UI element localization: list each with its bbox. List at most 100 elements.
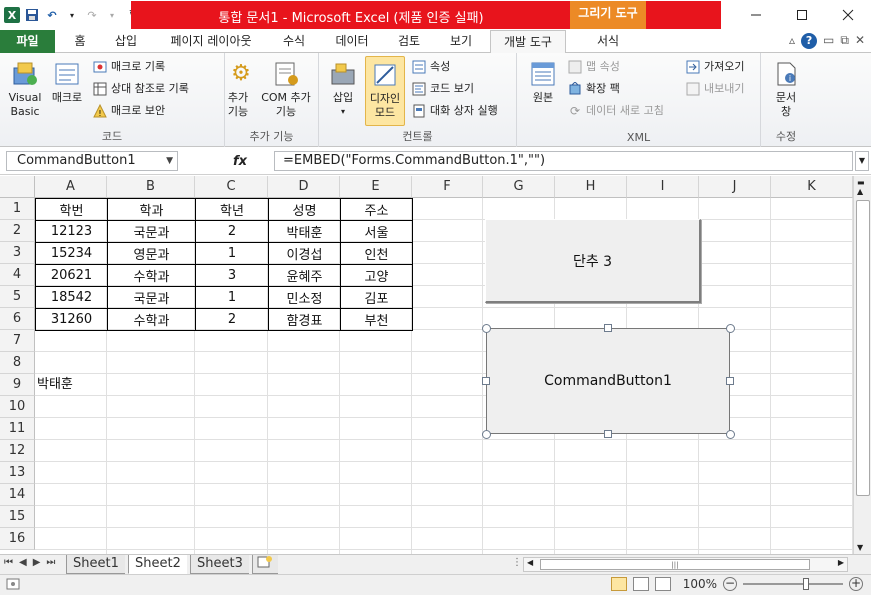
- zoom-in-icon[interactable]: +: [849, 577, 863, 591]
- redo-dropdown-icon[interactable]: ▾: [104, 7, 120, 23]
- column-header-e[interactable]: E: [340, 176, 412, 198]
- row-header-16[interactable]: 16: [0, 528, 35, 550]
- form-button-1[interactable]: 단추 3: [485, 219, 701, 303]
- scroll-left-icon[interactable]: ◀: [527, 558, 533, 567]
- scroll-down-icon[interactable]: ▼: [857, 543, 863, 552]
- next-sheet-icon[interactable]: ▶: [33, 557, 41, 568]
- table-cell[interactable]: 국문과: [107, 220, 196, 243]
- vertical-scrollbar[interactable]: ▬ ▲ ▼: [853, 176, 871, 554]
- run-dialog-button[interactable]: 대화 상자 실행: [411, 101, 498, 121]
- table-cell[interactable]: 영문과: [107, 242, 196, 265]
- xml-source-button[interactable]: 원본: [523, 59, 563, 105]
- record-macro-button[interactable]: 매크로 기록: [92, 57, 165, 77]
- prev-sheet-icon[interactable]: ◀: [19, 557, 27, 568]
- macro-button[interactable]: 매크로: [48, 59, 86, 105]
- resize-handle-bottom-right[interactable]: [726, 430, 735, 439]
- row-header-10[interactable]: 10: [0, 396, 35, 418]
- undo-icon[interactable]: ↶: [44, 7, 60, 23]
- document-panel-button[interactable]: i 문서 창: [767, 59, 805, 119]
- last-sheet-icon[interactable]: ⏭: [46, 557, 55, 568]
- split-box-icon[interactable]: ▬: [857, 178, 865, 187]
- workbook-close-icon[interactable]: ✕: [855, 33, 865, 49]
- table-header-cell[interactable]: 학년: [195, 198, 269, 221]
- scroll-up-icon[interactable]: ▲: [857, 187, 863, 196]
- relative-reference-button[interactable]: 상대 참조로 기록: [92, 79, 189, 99]
- column-header-a[interactable]: A: [35, 176, 107, 198]
- close-button[interactable]: [825, 0, 871, 30]
- expansion-packs-button[interactable]: 확장 팩: [567, 79, 620, 99]
- scroll-right-icon[interactable]: ▶: [838, 558, 844, 567]
- import-button[interactable]: 가져오기: [685, 57, 744, 77]
- tab-data[interactable]: 데이터: [325, 30, 379, 53]
- help-icon[interactable]: ?: [801, 33, 818, 49]
- design-mode-button[interactable]: 디자인 모드: [365, 56, 405, 126]
- vertical-scroll-thumb[interactable]: [856, 200, 870, 496]
- properties-button[interactable]: 속성: [411, 57, 450, 77]
- horizontal-scroll-thumb[interactable]: |||: [540, 559, 810, 570]
- tab-format[interactable]: 서식: [574, 30, 642, 53]
- table-cell[interactable]: 함경표: [268, 308, 341, 331]
- worksheet-grid[interactable]: ABCDEFGHIJK 1 2 3 4 5 6 7 8 9 10 11 12 13 14 15 16 학번 학과…: [0, 176, 853, 554]
- maximize-button[interactable]: [779, 0, 825, 30]
- column-header-k[interactable]: K: [771, 176, 853, 198]
- table-cell[interactable]: 부천: [340, 308, 413, 331]
- row-header-8[interactable]: 8: [0, 352, 35, 374]
- table-cell[interactable]: 국문과: [107, 286, 196, 309]
- tab-developer[interactable]: 개발 도구: [490, 30, 566, 54]
- column-header-d[interactable]: D: [268, 176, 340, 198]
- resize-handle-bottom[interactable]: [604, 430, 612, 438]
- zoom-slider-knob[interactable]: [803, 578, 809, 590]
- refresh-data-button[interactable]: ⟳ 데이터 새로 고침: [567, 101, 664, 121]
- row-header-15[interactable]: 15: [0, 506, 35, 528]
- addins-button[interactable]: ⚙ 추가 기능: [225, 59, 251, 119]
- sheet-tab-sheet2[interactable]: Sheet2: [128, 555, 187, 574]
- column-header-g[interactable]: G: [483, 176, 555, 198]
- row-header-9[interactable]: 9: [0, 374, 35, 396]
- table-header-cell[interactable]: 성명: [268, 198, 341, 221]
- table-cell[interactable]: 수학과: [107, 264, 196, 287]
- resize-handle-right[interactable]: [726, 377, 734, 385]
- table-cell[interactable]: 1: [195, 242, 269, 265]
- expand-formula-bar-icon[interactable]: ▼: [855, 151, 869, 171]
- command-button-1[interactable]: CommandButton1: [486, 328, 730, 434]
- table-cell[interactable]: 민소정: [268, 286, 341, 309]
- table-cell[interactable]: 수학과: [107, 308, 196, 331]
- sheet-tab-sheet3[interactable]: Sheet3: [190, 555, 249, 574]
- visual-basic-button[interactable]: Visual Basic: [4, 59, 46, 119]
- tab-split-handle[interactable]: ⋮: [512, 557, 522, 568]
- name-box[interactable]: CommandButton1 ▼: [6, 151, 178, 171]
- tab-file[interactable]: 파일: [0, 30, 55, 53]
- table-cell[interactable]: 2: [195, 308, 269, 331]
- row-header-3[interactable]: 3: [0, 242, 35, 264]
- column-header-j[interactable]: J: [699, 176, 771, 198]
- macro-security-button[interactable]: ! 매크로 보안: [92, 101, 165, 121]
- zoom-out-icon[interactable]: −: [723, 577, 737, 591]
- table-cell[interactable]: 박태훈: [268, 220, 341, 243]
- row-header-12[interactable]: 12: [0, 440, 35, 462]
- row-header-2[interactable]: 2: [0, 220, 35, 242]
- com-addins-button[interactable]: COM 추가 기능: [255, 59, 317, 119]
- table-cell[interactable]: 1: [195, 286, 269, 309]
- table-header-cell[interactable]: 주소: [340, 198, 413, 221]
- table-cell[interactable]: 15234: [35, 242, 108, 265]
- formula-input[interactable]: =EMBED("Forms.CommandButton.1",""): [274, 151, 853, 171]
- ribbon-minimize-icon[interactable]: ▵: [789, 33, 795, 49]
- undo-dropdown-icon[interactable]: ▾: [64, 7, 80, 23]
- cell-a9[interactable]: 박태훈: [37, 374, 73, 396]
- table-cell[interactable]: 3: [195, 264, 269, 287]
- export-button[interactable]: 내보내기: [685, 79, 744, 99]
- sheet-tab-sheet1[interactable]: Sheet1: [66, 555, 125, 574]
- column-header-f[interactable]: F: [412, 176, 483, 198]
- column-header-b[interactable]: B: [107, 176, 195, 198]
- tab-view[interactable]: 보기: [440, 30, 482, 53]
- table-cell[interactable]: 12123: [35, 220, 108, 243]
- row-header-11[interactable]: 11: [0, 418, 35, 440]
- tab-home[interactable]: 홈: [62, 30, 98, 53]
- normal-view-icon[interactable]: [610, 577, 627, 591]
- column-header-i[interactable]: I: [627, 176, 699, 198]
- macro-recording-icon[interactable]: [6, 577, 22, 594]
- table-cell[interactable]: 31260: [35, 308, 108, 331]
- row-header-13[interactable]: 13: [0, 462, 35, 484]
- table-header-cell[interactable]: 학번: [35, 198, 108, 221]
- row-header-5[interactable]: 5: [0, 286, 35, 308]
